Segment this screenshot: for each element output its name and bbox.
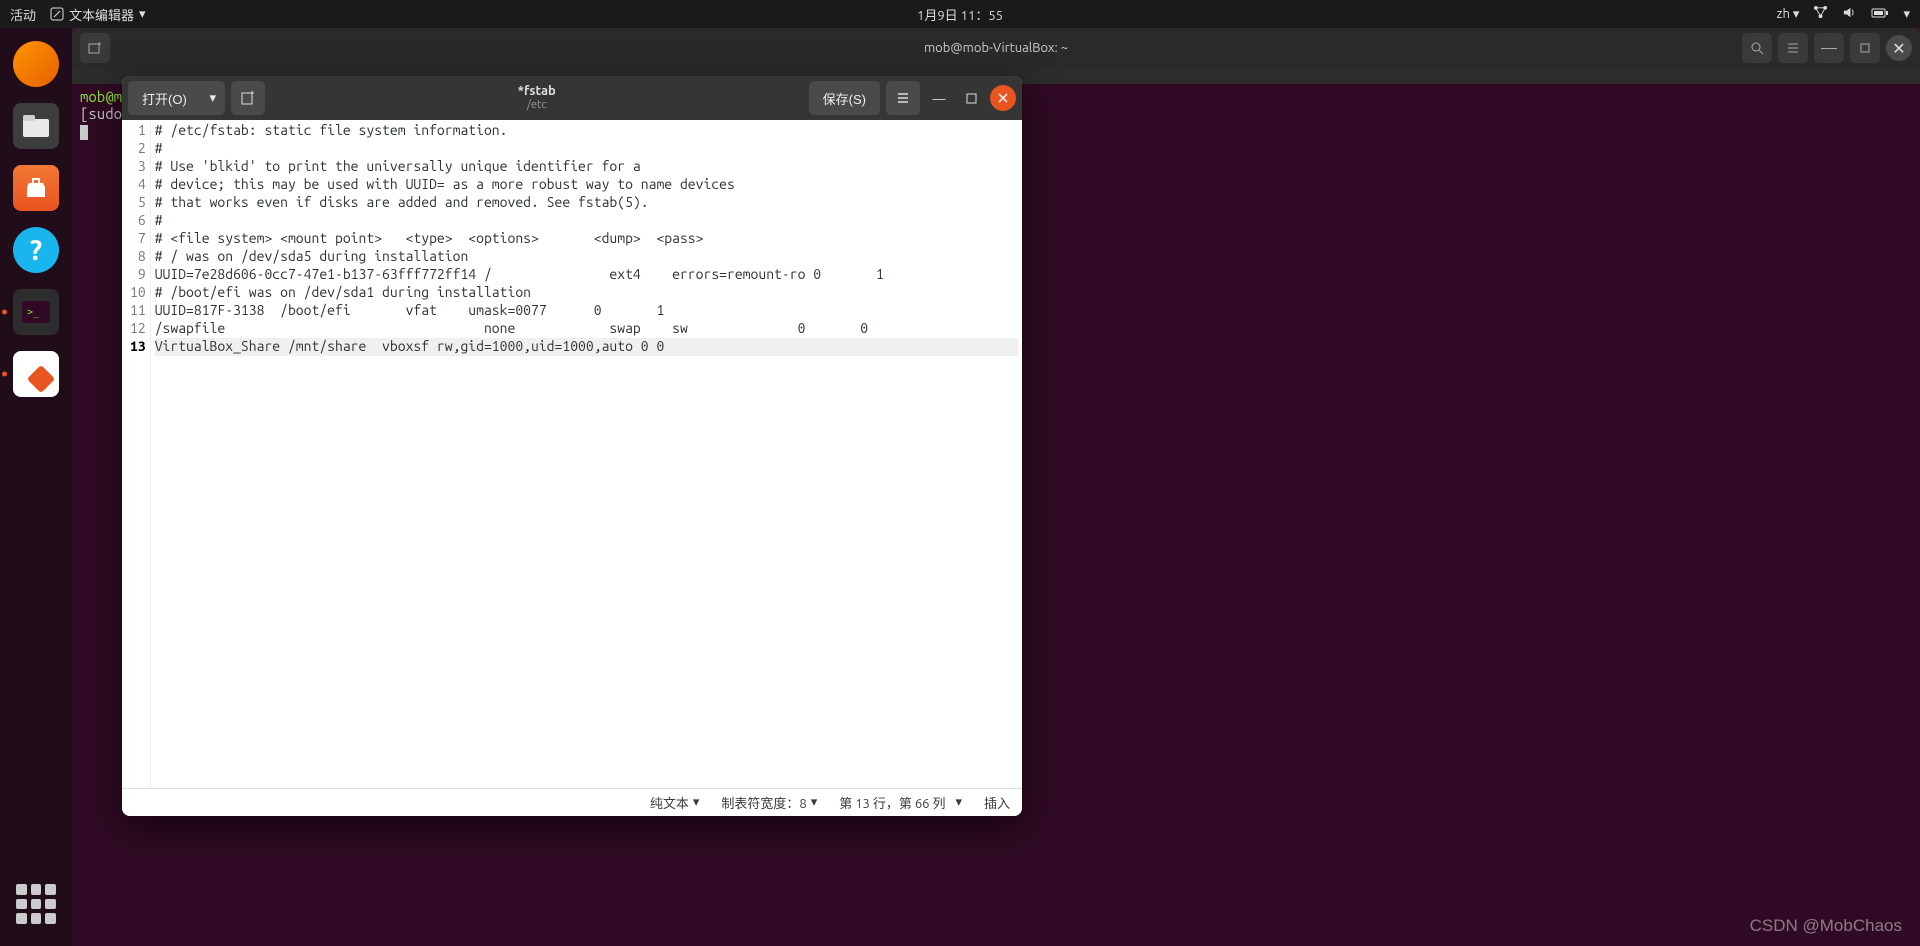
battery-icon[interactable] xyxy=(1871,7,1889,22)
dock-firefox[interactable] xyxy=(8,36,64,92)
terminal-cursor xyxy=(80,125,88,140)
chevron-down-icon: ▾ xyxy=(139,7,146,22)
syntax-selector[interactable]: 纯文本 ▾ xyxy=(650,793,700,812)
gedit-menu-button[interactable] xyxy=(886,81,920,115)
hamburger-icon xyxy=(896,91,910,105)
maximize-icon xyxy=(1859,42,1871,54)
maximize-icon xyxy=(966,93,977,104)
volume-icon[interactable] xyxy=(1842,5,1857,23)
hamburger-icon xyxy=(1786,41,1800,55)
open-recent-button[interactable]: ▾ xyxy=(201,81,225,115)
cursor-position[interactable]: 第 13 行，第 66 列 ▾ xyxy=(839,793,962,812)
app-menu[interactable]: 文本编辑器 ▾ xyxy=(50,5,146,24)
gedit-close-button[interactable] xyxy=(990,85,1016,111)
line-gutter: 12345678910111213 xyxy=(122,120,151,788)
dock-help[interactable]: ? xyxy=(8,222,64,278)
dock-files[interactable] xyxy=(8,98,64,154)
terminal-title: mob@mob-VirtualBox: ~ xyxy=(924,41,1068,55)
clock[interactable]: 1月9日 11：55 xyxy=(917,5,1003,24)
dock-show-apps[interactable] xyxy=(8,876,64,932)
gedit-headerbar: 打开(O) ▾ *fstab /etc 保存(S) — xyxy=(122,76,1022,120)
terminal-new-tab-button[interactable] xyxy=(80,33,110,63)
terminal-close-button[interactable]: ✕ xyxy=(1886,35,1912,61)
close-icon xyxy=(997,92,1009,104)
dock-gedit[interactable] xyxy=(8,346,64,402)
gnome-topbar: 活动 文本编辑器 ▾ 1月9日 11：55 zh ▾ ▾ xyxy=(0,0,1920,28)
gedit-statusbar: 纯文本 ▾ 制表符宽度：8 ▾ 第 13 行，第 66 列 ▾ 插入 xyxy=(122,788,1022,816)
new-tab-icon xyxy=(88,41,102,55)
input-source[interactable]: zh ▾ xyxy=(1777,7,1800,22)
chevron-down-icon[interactable]: ▾ xyxy=(1903,7,1910,22)
gedit-menu-icon xyxy=(50,7,64,21)
search-icon xyxy=(1750,41,1764,55)
dock-software[interactable] xyxy=(8,160,64,216)
app-menu-label: 文本编辑器 xyxy=(69,5,134,24)
open-button[interactable]: 打开(O) xyxy=(128,81,201,115)
gedit-title: *fstab /etc xyxy=(271,84,803,113)
tabwidth-selector[interactable]: 制表符宽度：8 ▾ xyxy=(721,793,817,812)
svg-text:>_: >_ xyxy=(27,307,40,318)
editor-area[interactable]: 12345678910111213 # /etc/fstab: static f… xyxy=(122,120,1022,788)
gedit-minimize-button[interactable]: — xyxy=(926,81,952,115)
new-tab-button[interactable] xyxy=(231,81,265,115)
terminal-menu-button[interactable] xyxy=(1778,33,1808,63)
gedit-maximize-button[interactable] xyxy=(958,81,984,115)
code-content[interactable]: # /etc/fstab: static file system informa… xyxy=(151,120,1022,788)
dock-terminal[interactable]: >_ xyxy=(8,284,64,340)
terminal-minimize-button[interactable]: — xyxy=(1814,33,1844,63)
save-button[interactable]: 保存(S) xyxy=(809,81,880,115)
watermark: CSDN @MobChaos xyxy=(1750,916,1902,936)
terminal-maximize-button[interactable] xyxy=(1850,33,1880,63)
gedit-window: 打开(O) ▾ *fstab /etc 保存(S) — 123456789101… xyxy=(122,76,1022,816)
network-icon[interactable] xyxy=(1813,5,1828,23)
new-doc-icon xyxy=(240,90,256,106)
insert-mode: 插入 xyxy=(984,793,1010,812)
dock: ? >_ xyxy=(0,28,72,946)
terminal-search-button[interactable] xyxy=(1742,33,1772,63)
activities-button[interactable]: 活动 xyxy=(10,5,36,24)
